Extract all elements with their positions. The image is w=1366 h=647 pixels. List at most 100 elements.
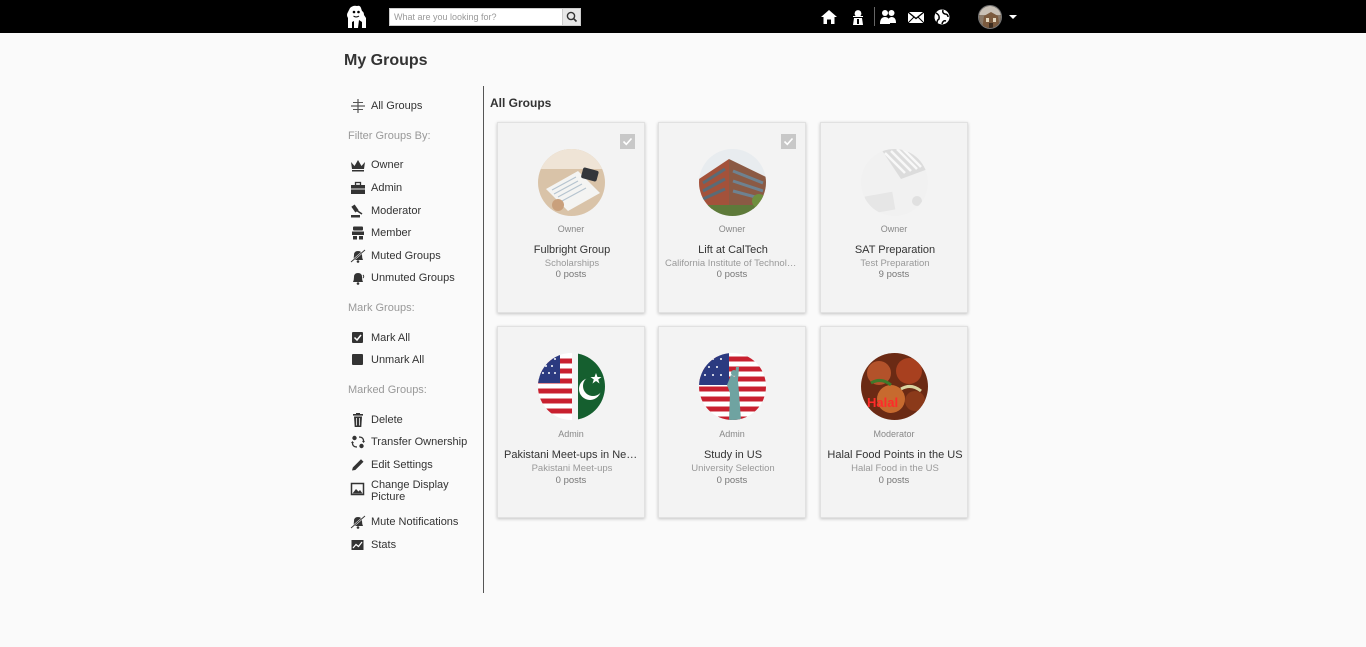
search-icon [566,11,578,23]
group-name: Fulbright Group [533,244,611,256]
sidebar-item-label: Delete [371,414,403,426]
group-card-fulbright[interactable]: Owner Fulbright Group Scholarships 0 pos… [497,122,645,313]
group-picture [538,149,605,216]
sidebar-item-label: Owner [371,159,404,171]
group-name: Halal Food Points in the US [827,449,963,461]
page-title: My Groups [344,52,428,69]
marked-heading: Marked Groups: [348,384,427,396]
sidebar-item-label: Moderator [371,205,422,217]
transfer-icon [351,435,365,449]
sidebar-item-mark-all[interactable]: Mark All [350,329,410,347]
sidebar-item-label: Transfer Ownership [371,436,468,448]
sidebar-item-member[interactable]: Member [350,224,411,242]
account-dropdown-caret[interactable] [1009,15,1017,19]
avatar-image [979,6,1001,28]
card-checkbox[interactable] [620,134,635,149]
sidebar-item-admin[interactable]: Admin [350,179,402,197]
sidebar-item-all-groups[interactable]: All Groups [350,97,422,115]
group-role: Owner [718,224,746,234]
sidebar-divider [483,86,484,593]
card-checkbox[interactable] [781,134,796,149]
section-title: All Groups [490,96,552,110]
group-name: Study in US [703,449,763,461]
group-picture: Halal [861,353,928,420]
user-avatar[interactable] [978,5,1002,29]
group-card-sat-preparation[interactable]: Owner SAT Preparation Test Preparation 9… [820,122,968,313]
all-groups-icon [351,99,365,113]
group-name: Lift at CalTech [698,244,768,256]
sidebar-item-label: Unmark All [371,354,425,366]
group-post-count: 9 posts [878,269,910,280]
mark-heading: Mark Groups: [348,302,415,314]
trash-icon [353,413,363,427]
profile-icon[interactable] [849,8,867,26]
sidebar-item-label: Mute Notifications [371,516,459,528]
sidebar-item-label: Mark All [371,332,411,344]
top-navigation-bar [0,0,1366,33]
stats-icon [351,540,364,550]
building-photo [699,149,766,216]
group-category: Pakistani Meet-ups [531,463,613,474]
sidebar-item-label: Edit Settings [371,459,433,471]
sidebar-item-label: Change Display Picture [371,479,449,503]
sidebar-item-edit-settings[interactable]: Edit Settings [350,456,433,474]
sidebar-item-label: Unmuted Groups [371,272,455,284]
group-category: Scholarships [544,258,600,269]
sidebar-item-stats[interactable]: Stats [350,536,396,554]
group-category: Test Preparation [860,258,930,269]
liberty-photo [699,353,766,420]
muted-bell-icon [350,249,366,263]
checkmark-icon [783,137,794,146]
sidebar-item-change-display-picture[interactable]: Change Display Picture [350,479,461,509]
sidebar-item-label: Muted Groups [371,250,441,262]
group-picture [699,353,766,420]
group-category: University Selection [691,463,775,474]
group-post-count: 0 posts [716,269,748,280]
group-picture [699,149,766,216]
globe-icon[interactable] [933,8,951,26]
halal-text: Halal [867,395,898,410]
search-button[interactable] [562,9,580,25]
crown-icon [351,160,365,172]
sidebar-item-owner[interactable]: Owner [350,156,403,174]
sidebar-item-delete[interactable]: Delete [350,411,403,429]
sidebar-item-unmuted-groups[interactable]: Unmuted Groups [350,269,455,287]
home-icon[interactable] [820,8,838,26]
group-picture [538,353,605,420]
mail-icon[interactable] [907,8,925,26]
bell-icon [353,273,365,285]
sidebar-item-unmark-all[interactable]: Unmark All [350,351,424,369]
sidebar-item-moderator[interactable]: Moderator [350,202,421,220]
keyboard-photo [861,149,928,216]
sidebar-item-muted-groups[interactable]: Muted Groups [350,247,441,265]
nav-separator [874,7,875,26]
gavel-icon [351,204,363,218]
group-post-count: 0 posts [555,269,587,280]
checkmark-icon [622,137,633,146]
group-name: Pakistani Meet-ups in New York [504,449,640,461]
group-post-count: 0 posts [555,475,587,486]
group-card-study-in-us[interactable]: Admin Study in US University Selection 0… [658,326,806,518]
group-category: California Institute of Technology [665,258,801,269]
gorilla-logo-icon[interactable] [344,4,368,29]
group-role: Admin [558,429,584,439]
search-box [389,8,581,26]
sidebar-item-label: Admin [371,182,403,194]
search-input[interactable] [390,9,562,25]
friends-icon[interactable] [879,8,897,26]
image-icon [350,482,365,496]
group-role: Owner [557,224,585,234]
group-card-halal-food[interactable]: Halal Moderator Halal Food Points in the… [820,326,968,518]
food-photo: Halal [861,353,928,420]
desk-photo [538,149,605,216]
group-card-caltech[interactable]: Owner Lift at CalTech California Institu… [658,122,806,313]
pencil-icon [352,459,364,471]
sidebar-item-mute-notifications[interactable]: Mute Notifications [350,513,458,531]
group-post-count: 0 posts [716,475,748,486]
group-card-pakistani-meetups[interactable]: Admin Pakistani Meet-ups in New York Pak… [497,326,645,518]
filter-heading: Filter Groups By: [348,130,431,142]
sidebar-item-label: Member [371,227,412,239]
group-role: Owner [880,224,908,234]
sidebar-item-transfer-ownership[interactable]: Transfer Ownership [350,433,467,451]
group-category: Halal Food in the US [851,463,939,474]
